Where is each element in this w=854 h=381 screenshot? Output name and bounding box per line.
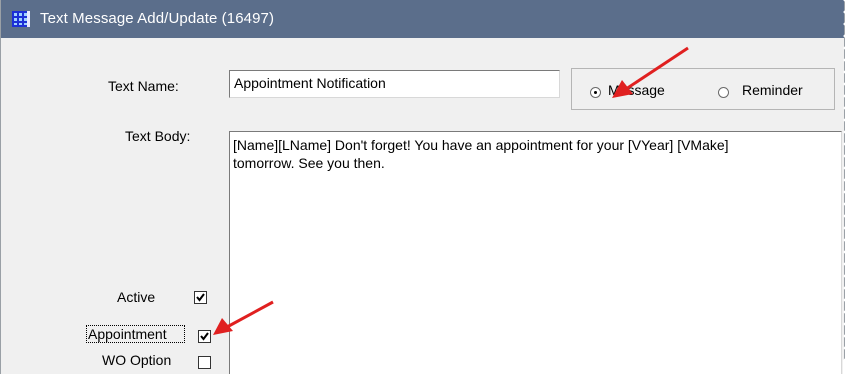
annotation-arrows: [213, 46, 689, 335]
arrow-icon: [612, 46, 689, 98]
arrow-icon: [213, 300, 274, 335]
